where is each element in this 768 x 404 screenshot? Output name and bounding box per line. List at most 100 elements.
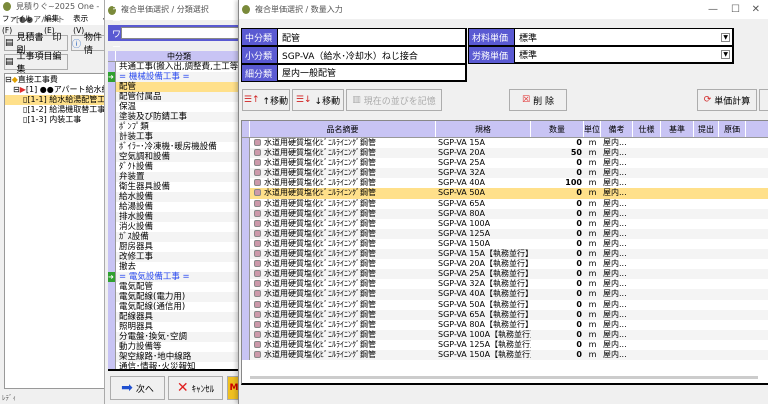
category-item[interactable]: 配管付属品 (108, 92, 243, 102)
cell-qty[interactable]: 0 (531, 259, 584, 269)
category-item[interactable]: 計装工事 (108, 132, 243, 142)
category-item[interactable]: ﾀﾞｸﾄ設備 (108, 162, 243, 172)
category-item[interactable]: 撤去 (108, 262, 243, 272)
cell-qty[interactable]: 0 (531, 199, 584, 209)
category-item[interactable]: 排水設備 (108, 212, 243, 222)
table-row[interactable]: 水道用硬質塩化ﾋﾞﾆﾙﾗｲﾆﾝｸﾞ鋼管 SGP-VA 50A 0 m 屋内... (242, 188, 768, 199)
category-item[interactable]: 消火設備 (108, 222, 243, 232)
cell-qty[interactable]: 0 (531, 168, 584, 178)
category-item[interactable]: 共通工事(搬入出,調整費,土工等) (108, 62, 243, 72)
table-row[interactable]: 水道用硬質塩化ﾋﾞﾆﾙﾗｲﾆﾝｸﾞ鋼管 SGP-VA 100A【執務並行】 0 m 屋内… (242, 329, 768, 340)
table-row[interactable]: 水道用硬質塩化ﾋﾞﾆﾙﾗｲﾆﾝｸﾞ鋼管 SGP-VA 15A【執務並行】 0 m 屋内.… (242, 249, 768, 260)
cell-qty[interactable]: 0 (531, 138, 584, 148)
category-item[interactable]: 給湯設備 (108, 202, 243, 212)
cell-qty[interactable]: 0 (531, 158, 584, 168)
cell-qty[interactable]: 0 (531, 330, 584, 340)
cell-qty[interactable]: 0 (531, 269, 584, 279)
cell-qty[interactable]: 0 (531, 219, 584, 229)
delete-button[interactable]: ☒ 削 除 (509, 89, 567, 111)
category-item[interactable]: 電気配線(通信用) (108, 302, 243, 312)
table-row[interactable]: 水道用硬質塩化ﾋﾞﾆﾙﾗｲﾆﾝｸﾞ鋼管 SGP-VA 125A 0 m 屋内... (242, 228, 768, 239)
move-down-button[interactable]: ☰↓ ↓移動 (292, 89, 344, 111)
category-item[interactable]: 衛生器具設備 (108, 182, 243, 192)
tree-item[interactable]: ▯[1-1] 給水給湯配管工事 (5, 95, 113, 105)
category-item[interactable]: 給水設備 (108, 192, 243, 202)
cell-qty[interactable]: 0 (531, 300, 584, 310)
cell-qty[interactable]: 0 (531, 350, 584, 360)
category-item[interactable]: 空気調和設備 (108, 152, 243, 162)
category-item[interactable]: 配管 (108, 82, 243, 92)
category-item[interactable]: 動力設備等 (108, 342, 243, 352)
column-header[interactable]: 基準 (661, 121, 694, 137)
table-row[interactable]: 水道用硬質塩化ﾋﾞﾆﾙﾗｲﾆﾝｸﾞ鋼管 SGP-VA 20A【執務並行】 0 m 屋内.… (242, 259, 768, 270)
column-header[interactable]: 提出 (694, 121, 719, 137)
tree-item[interactable]: ▯[1-3] 内装工事 (5, 115, 109, 125)
category-item[interactable]: 架空線路･地中線路 (108, 352, 243, 362)
table-row[interactable]: 水道用硬質塩化ﾋﾞﾆﾙﾗｲﾆﾝｸﾞ鋼管 SGP-VA 80A【執務並行】 0 m 屋内.… (242, 319, 768, 330)
extra-tool-button[interactable] (759, 89, 768, 111)
cell-qty[interactable]: 0 (531, 279, 584, 289)
category-item[interactable]: ﾎﾞｲﾗｰ･冷凍機･暖房機設備 (108, 142, 243, 152)
cell-qty[interactable]: 100 (531, 178, 584, 188)
edit-items-button[interactable]: ▤ 工事項目編集 (4, 52, 68, 75)
table-row[interactable]: 水道用硬質塩化ﾋﾞﾆﾙﾗｲﾆﾝｸﾞ鋼管 SGP-VA 20A 50 m 屋内... (242, 148, 768, 159)
table-row[interactable]: 水道用硬質塩化ﾋﾞﾆﾙﾗｲﾆﾝｸﾞ鋼管 SGP-VA 32A【執務並行】 0 m 屋内.… (242, 279, 768, 290)
column-header[interactable]: 仕様 (633, 121, 661, 137)
category-item[interactable]: 電気配管 (108, 282, 243, 292)
next-button[interactable]: ➡ 次へ (110, 376, 165, 400)
maximize-button[interactable]: ☐ (731, 0, 740, 19)
remember-order-button[interactable]: ▥ 現在の並びを記憶 (346, 89, 442, 111)
cell-qty[interactable]: 50 (531, 148, 584, 158)
category-item[interactable]: 塗装及び防錆工事 (108, 112, 243, 122)
category-item[interactable]: ｶﾞｽ設備 (108, 232, 243, 242)
table-row[interactable]: 水道用硬質塩化ﾋﾞﾆﾙﾗｲﾆﾝｸﾞ鋼管 SGP-VA 80A 0 m 屋内... (242, 208, 768, 219)
menu-edit[interactable]: 編集(E) (44, 13, 67, 35)
table-row[interactable]: 水道用硬質塩化ﾋﾞﾆﾙﾗｲﾆﾝｸﾞ鋼管 SGP-VA 100A 0 m 屋内... (242, 218, 768, 229)
category-item[interactable]: 通信･情報･火災報知 (108, 362, 243, 369)
close-button[interactable]: ✕ (752, 0, 760, 19)
column-header[interactable]: 品名摘要 (250, 121, 436, 137)
labor-price-select[interactable]: 標準 ▼ (515, 46, 734, 64)
cell-qty[interactable]: 0 (531, 289, 584, 299)
cell-qty[interactable]: 0 (531, 310, 584, 320)
table-row[interactable]: 水道用硬質塩化ﾋﾞﾆﾙﾗｲﾆﾝｸﾞ鋼管 SGP-VA 32A 0 m 屋内... (242, 168, 768, 179)
table-row[interactable]: 水道用硬質塩化ﾋﾞﾆﾙﾗｲﾆﾝｸﾞ鋼管 SGP-VA 65A 0 m 屋内... (242, 198, 768, 209)
category-item[interactable]: 分電盤･換気･空調 (108, 332, 243, 342)
category-item[interactable]: 電気配線(電力用) (108, 292, 243, 302)
cancel-button[interactable]: ✕ ｷｬﾝｾﾙ (168, 376, 223, 400)
cell-qty[interactable]: 0 (531, 209, 584, 219)
category-item[interactable]: 照明器具 (108, 322, 243, 332)
tree-project[interactable]: ⊟▶[1] ●●アパート給水給湯 (5, 85, 118, 95)
table-row[interactable]: 水道用硬質塩化ﾋﾞﾆﾙﾗｲﾆﾝｸﾞ鋼管 SGP-VA 125A【執務並行】 0 m 屋内… (242, 339, 768, 350)
table-row[interactable]: 水道用硬質塩化ﾋﾞﾆﾙﾗｲﾆﾝｸﾞ鋼管 SGP-VA 50A【執務並行】 0 m 屋内.… (242, 299, 768, 310)
category-item[interactable]: 改修工事 (108, 252, 243, 262)
table-row[interactable]: 水道用硬質塩化ﾋﾞﾆﾙﾗｲﾆﾝｸﾞ鋼管 SGP-VA 40A【執務並行】 0 m 屋内.… (242, 289, 768, 300)
cell-qty[interactable]: 0 (531, 320, 584, 330)
table-row[interactable]: 水道用硬質塩化ﾋﾞﾆﾙﾗｲﾆﾝｸﾞ鋼管 SGP-VA 65A【執務並行】 0 m 屋内.… (242, 309, 768, 320)
table-row[interactable]: 水道用硬質塩化ﾋﾞﾆﾙﾗｲﾆﾝｸﾞ鋼管 SGP-VA 15A 0 m 屋内... (242, 138, 768, 149)
table-row[interactable]: 水道用硬質塩化ﾋﾞﾆﾙﾗｲﾆﾝｸﾞ鋼管 SGP-VA 25A 0 m 屋内... (242, 158, 768, 169)
column-header[interactable]: 単位 (584, 121, 601, 137)
table-row[interactable]: 水道用硬質塩化ﾋﾞﾆﾙﾗｲﾆﾝｸﾞ鋼管 SGP-VA 40A 100 m 屋内... (242, 178, 768, 189)
tree-root[interactable]: ⊟◆直接工事費 (5, 75, 109, 85)
category-item[interactable]: 保温 (108, 102, 243, 112)
cell-qty[interactable]: 0 (531, 239, 584, 249)
category-item[interactable]: ﾎﾟﾝﾌﾟ類 (108, 122, 243, 132)
cell-qty[interactable]: 0 (531, 249, 584, 259)
category-item[interactable]: 弁装置 (108, 172, 243, 182)
move-up-button[interactable]: ☰↑ ↑移動 (242, 89, 290, 111)
cell-qty[interactable]: 0 (531, 188, 584, 198)
category-item[interactable]: ➜ = 電気設備工事 = (108, 272, 243, 282)
table-row[interactable]: 水道用硬質塩化ﾋﾞﾆﾙﾗｲﾆﾝｸﾞ鋼管 SGP-VA 150A【執務並行】 0 m 屋内… (242, 349, 768, 361)
menu-view[interactable]: 表示(V) (73, 13, 96, 35)
category-item[interactable]: ➜ = 機械設備工事 = (108, 72, 243, 82)
horizontal-scrollbar[interactable] (250, 376, 758, 379)
minimize-button[interactable]: — (708, 0, 718, 19)
tree-item[interactable]: ▯[1-2] 給湯機取替工事 (5, 105, 109, 115)
menu-file[interactable]: ファイル(F) (2, 13, 38, 35)
material-price-select[interactable]: 標準 ▼ (515, 28, 734, 46)
unit-price-calc-button[interactable]: ⟳ 単価計算 (697, 89, 757, 111)
cell-qty[interactable]: 0 (531, 229, 584, 239)
column-header[interactable]: 原価 (719, 121, 746, 137)
column-header[interactable]: 備考 (601, 121, 633, 137)
